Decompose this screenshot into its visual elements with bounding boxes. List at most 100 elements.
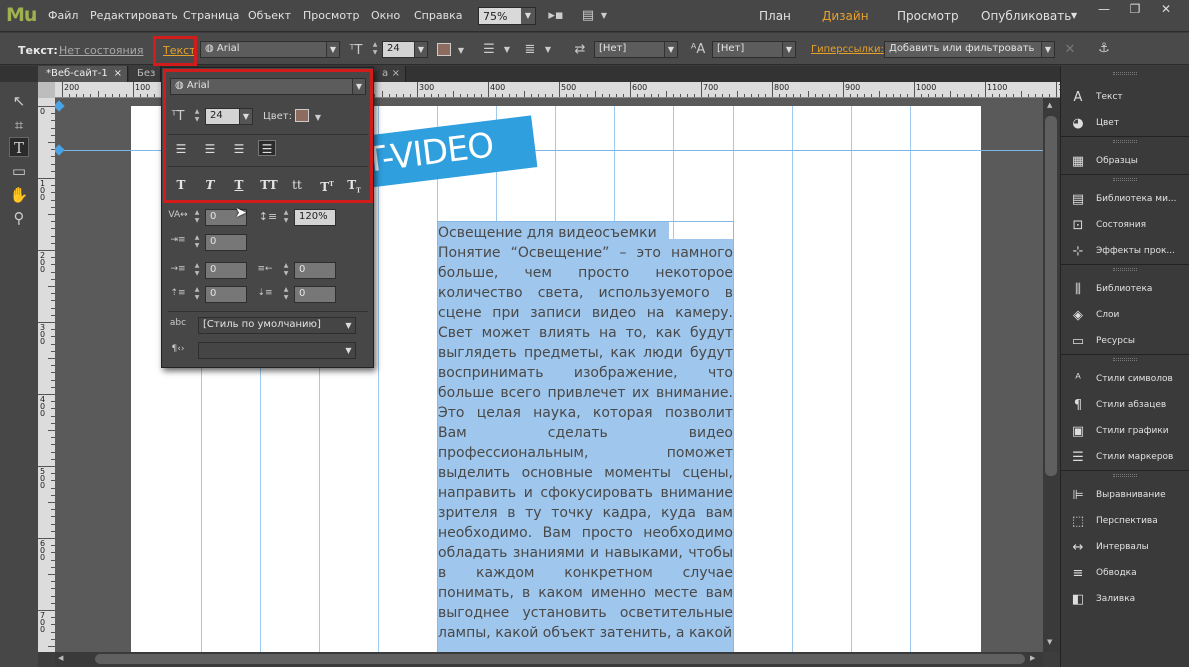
minimize-button[interactable]: — xyxy=(1091,0,1117,18)
panel-item-graphic-styles[interactable]: ▣ Стили графики xyxy=(1063,420,1188,444)
panel-item-text[interactable]: A Текст xyxy=(1063,86,1188,110)
panel-grip[interactable] xyxy=(1113,140,1137,143)
chevron-down-icon[interactable]: ▼ xyxy=(499,43,515,57)
state-link[interactable]: Нет состояния xyxy=(59,44,143,57)
menu-page[interactable]: Страница xyxy=(183,9,239,22)
vertical-scrollbar[interactable]: ▲ ▼ xyxy=(1043,98,1060,652)
mode-preview[interactable]: Просмотр xyxy=(897,9,959,23)
publish-dropdown-icon[interactable]: ▼ xyxy=(1071,11,1077,20)
anchor-icon[interactable]: ⚓ xyxy=(1096,42,1112,56)
panel-item-paragraph-styles[interactable]: ¶ Стили абзацев xyxy=(1063,394,1188,418)
selection-tool-icon[interactable]: ↖ xyxy=(9,91,29,111)
size-stepper-icon[interactable]: ▲ ▼ xyxy=(370,41,380,58)
panel-item-spacing[interactable]: ↔ Интервалы xyxy=(1063,536,1188,560)
mode-publish[interactable]: Опубликовать xyxy=(981,9,1071,23)
indent-first-input[interactable]: 0 xyxy=(205,234,247,251)
crop-tool-icon[interactable]: ⌗ xyxy=(9,115,29,135)
hyperlinks-select[interactable]: Добавить или фильтровать ▼ xyxy=(884,41,1055,58)
text-color-swatch[interactable] xyxy=(437,43,451,56)
panel-item-fill[interactable]: ◧ Заливка xyxy=(1063,588,1188,612)
close-icon[interactable]: × xyxy=(114,68,122,79)
scroll-down-icon[interactable]: ▼ xyxy=(1047,638,1052,646)
scroll-left-icon[interactable]: ◀ xyxy=(58,654,63,662)
menu-object[interactable]: Объект xyxy=(248,9,291,22)
guide-handle[interactable] xyxy=(55,144,65,156)
text-tool-icon[interactable]: T xyxy=(9,137,29,157)
tab-website-1[interactable]: *Веб-сайт-1 × xyxy=(38,66,128,82)
panel-grip[interactable] xyxy=(1113,268,1137,271)
scroll-thumb[interactable] xyxy=(1045,116,1057,476)
panel-item-swatches[interactable]: ▦ Образцы xyxy=(1063,150,1188,174)
scroll-thumb[interactable] xyxy=(95,654,1025,664)
panel-item-perspective[interactable]: ⬚ Перспектива xyxy=(1063,510,1188,534)
scroll-right-icon[interactable]: ▶ xyxy=(1030,654,1035,662)
link-icon[interactable]: ⇄ xyxy=(572,43,588,57)
numbering-icon[interactable]: ≣ xyxy=(522,43,538,57)
none-select-1[interactable]: [Нет] ▼ xyxy=(594,41,678,58)
tag-select[interactable]: ▼ xyxy=(198,342,356,359)
mode-plan[interactable]: План xyxy=(759,9,791,23)
indent-right-stepper-icon[interactable]: ▲ ▼ xyxy=(281,262,291,279)
horizontal-scrollbar[interactable]: ◀ ▶ xyxy=(55,652,1043,667)
menu-edit[interactable]: Редактировать xyxy=(90,9,178,22)
rectangle-tool-icon[interactable]: ▭ xyxy=(9,161,29,181)
bullets-icon[interactable]: ☰ xyxy=(481,43,497,57)
panel-grip[interactable] xyxy=(1113,72,1137,75)
close-button[interactable]: ✕ xyxy=(1153,0,1179,18)
zoom-tool-icon[interactable]: ⚲ xyxy=(9,208,29,228)
panel-item-character-styles[interactable]: ᴬ Стили символов xyxy=(1063,368,1188,392)
panel-item-widgets-library[interactable]: ▤ Библиотека ми... xyxy=(1063,188,1188,212)
column-guide xyxy=(851,106,852,652)
chevron-down-icon[interactable]: ▼ xyxy=(596,9,612,23)
panel-grip[interactable] xyxy=(1113,178,1137,181)
font-size-input[interactable]: 24 ▼ xyxy=(382,41,428,58)
indent-left-stepper-icon[interactable]: ▲ ▼ xyxy=(192,262,202,279)
scroll-up-icon[interactable]: ▲ xyxy=(1047,101,1052,109)
chevron-down-icon[interactable]: ▼ xyxy=(540,43,556,57)
space-before-stepper-icon[interactable]: ▲ ▼ xyxy=(192,286,202,303)
panel-item-assets[interactable]: ▭ Ресурсы xyxy=(1063,330,1188,354)
none-select-2[interactable]: [Нет] ▼ xyxy=(712,41,796,58)
hyperlinks-link[interactable]: Гиперссылки: xyxy=(811,44,884,55)
character-icon[interactable]: ᴬA xyxy=(690,43,706,57)
menu-view[interactable]: Просмотр xyxy=(303,9,359,22)
panel-item-bullet-styles[interactable]: ☰ Стили маркеров xyxy=(1063,446,1188,470)
panel-grip[interactable] xyxy=(1113,358,1137,361)
indent-right-input[interactable]: 0 xyxy=(294,262,336,279)
panel-grip[interactable] xyxy=(1113,474,1137,477)
guide-handle[interactable] xyxy=(55,100,65,112)
menu-help[interactable]: Справка xyxy=(414,9,462,22)
tab-page[interactable]: а × xyxy=(374,66,406,82)
space-before-input[interactable]: 0 xyxy=(205,286,247,303)
article-text[interactable]: Освещение для видеосъемки Понятие “Освещ… xyxy=(438,223,733,643)
space-after-stepper-icon[interactable]: ▲ ▼ xyxy=(281,286,291,303)
mode-design[interactable]: Дизайн xyxy=(822,9,869,23)
panel-item-library[interactable]: ⫼ Библиотека xyxy=(1063,278,1188,302)
close-icon[interactable]: × xyxy=(392,68,400,79)
panel-item-align[interactable]: ⊫ Выравнивание xyxy=(1063,484,1188,508)
tracking-stepper-icon[interactable]: ▲ ▼ xyxy=(192,209,202,226)
ruler-minor-tick xyxy=(452,91,454,97)
font-select[interactable]: ◍ Arial ▼ xyxy=(200,41,340,58)
clear-icon[interactable]: ✕ xyxy=(1062,43,1078,57)
leading-input[interactable]: 120% xyxy=(294,209,336,226)
leading-stepper-icon[interactable]: ▲ ▼ xyxy=(281,209,291,226)
panel-item-stroke[interactable]: ≡ Обводка xyxy=(1063,562,1188,586)
indent-left-input[interactable]: 0 xyxy=(205,262,247,279)
indent-first-stepper-icon[interactable]: ▲ ▼ xyxy=(192,234,202,251)
hand-tool-icon[interactable]: ✋ xyxy=(9,185,29,205)
panel-item-layers[interactable]: ◈ Слои xyxy=(1063,304,1188,328)
panel-item-color[interactable]: ◕ Цвет xyxy=(1063,112,1188,136)
chevron-down-icon[interactable]: ▼ xyxy=(453,44,469,58)
space-after-input[interactable]: 0 xyxy=(294,286,336,303)
tab-untitled[interactable]: Без xyxy=(129,66,161,82)
page-nav-icon[interactable]: ▸▪ xyxy=(548,9,564,23)
style-select[interactable]: [Стиль по умолчанию] ▼ xyxy=(198,317,356,334)
view-options-icon[interactable]: ▤ xyxy=(580,9,596,23)
panel-item-effects[interactable]: ⊹ Эффекты прок... xyxy=(1063,240,1188,264)
maximize-button[interactable]: ❐ xyxy=(1122,0,1148,18)
menu-window[interactable]: Окно xyxy=(371,9,400,22)
panel-item-states[interactable]: ⊡ Состояния xyxy=(1063,214,1188,238)
zoom-select[interactable]: 75% ▼ xyxy=(478,7,536,25)
menu-file[interactable]: Файл xyxy=(48,9,78,22)
